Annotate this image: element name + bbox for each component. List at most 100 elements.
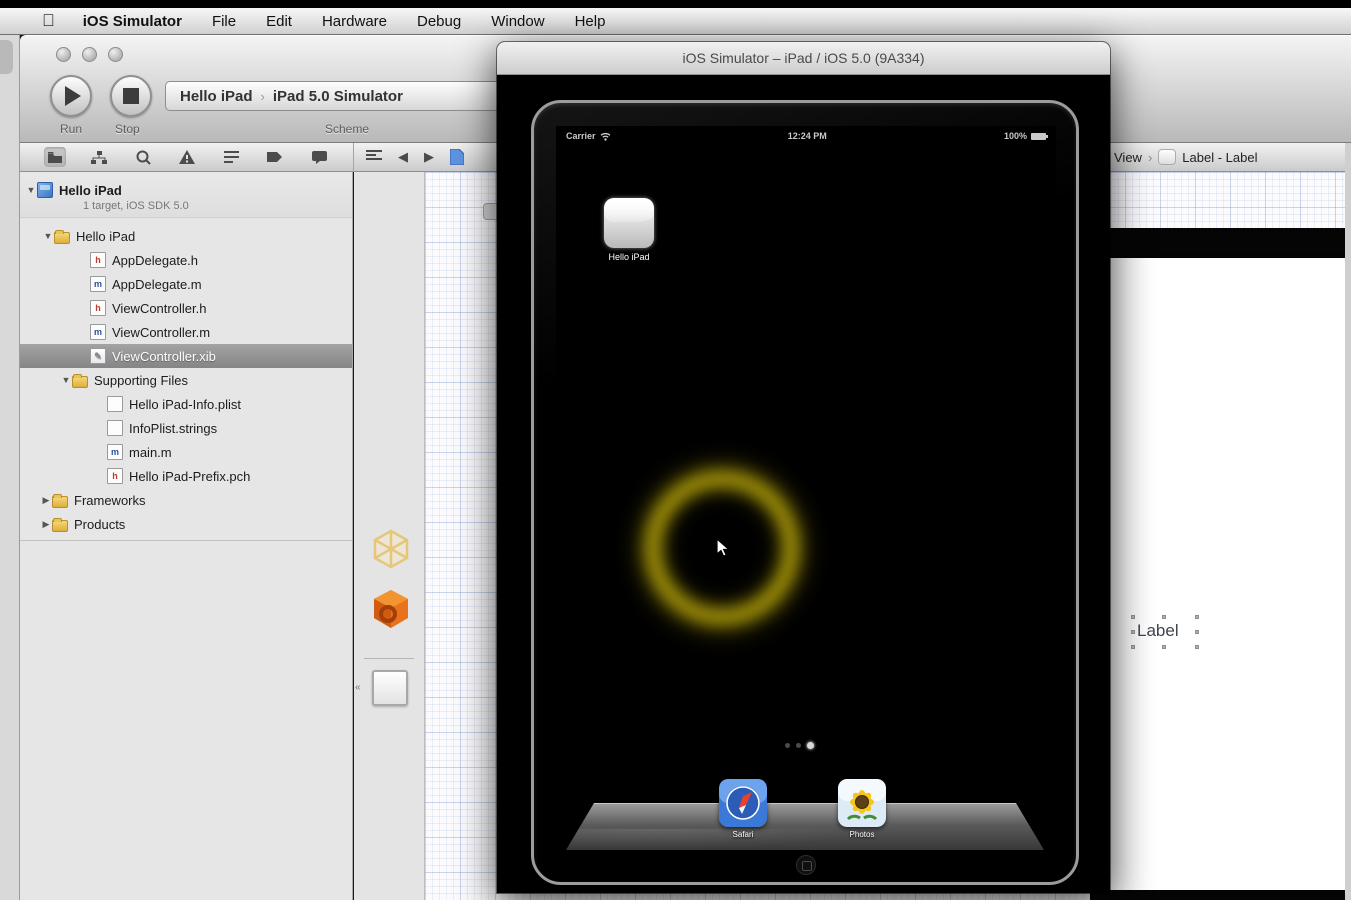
resize-handle[interactable] bbox=[1131, 645, 1135, 649]
menu-bar:  iOS Simulator File Edit Hardware Debug… bbox=[0, 8, 1351, 35]
view-object-icon[interactable] bbox=[372, 670, 408, 706]
divider bbox=[20, 540, 352, 541]
menu-item-window[interactable]: Window bbox=[491, 13, 544, 30]
tree-row-label[interactable]: main.m bbox=[129, 445, 172, 460]
safari-app-icon[interactable] bbox=[719, 779, 767, 827]
file-doc-icon[interactable] bbox=[450, 149, 464, 165]
tree-row-main-m[interactable]: m main.m bbox=[20, 440, 352, 464]
photos-app-icon[interactable] bbox=[838, 779, 886, 827]
tree-row-group-hello-ipad[interactable]: ▼ Hello iPad bbox=[20, 224, 352, 248]
issue-navigator-icon[interactable] bbox=[176, 147, 198, 167]
disclosure-icon[interactable]: ▶ bbox=[40, 495, 52, 506]
project-icon bbox=[37, 182, 53, 198]
impl-file-icon: m bbox=[90, 324, 106, 340]
header-file-icon: h bbox=[90, 300, 106, 316]
disclosure-icon[interactable]: ▶ bbox=[40, 519, 52, 530]
jump-crumb-view[interactable]: View bbox=[1114, 150, 1142, 165]
photos-app-label: Photos bbox=[832, 830, 892, 839]
search-navigator-icon[interactable] bbox=[132, 147, 154, 167]
tree-row-appdelegate-m[interactable]: m AppDelegate.m bbox=[20, 272, 352, 296]
resize-handle[interactable] bbox=[1195, 645, 1199, 649]
tree-row-label[interactable]: Supporting Files bbox=[94, 373, 188, 388]
carrier-label: Carrier bbox=[566, 131, 596, 141]
tree-row-viewcontroller-h[interactable]: h ViewController.h bbox=[20, 296, 352, 320]
hello-ipad-app-icon[interactable] bbox=[604, 198, 654, 248]
tree-row-label[interactable]: Products bbox=[74, 517, 125, 532]
xib-file-icon: ✎ bbox=[90, 348, 106, 364]
tree-row-frameworks[interactable]: ▶ Frameworks bbox=[20, 488, 352, 512]
play-icon bbox=[65, 86, 81, 106]
related-items-icon[interactable] bbox=[366, 150, 382, 165]
jump-crumb-label[interactable]: Label - Label bbox=[1182, 150, 1257, 165]
run-button[interactable] bbox=[50, 75, 92, 117]
menu-item-help[interactable]: Help bbox=[575, 13, 606, 30]
plist-file-icon bbox=[107, 396, 123, 412]
resize-handle[interactable] bbox=[1195, 615, 1199, 619]
battery-icon bbox=[1031, 133, 1046, 140]
label-text[interactable]: Label bbox=[1137, 621, 1179, 641]
forward-icon[interactable]: ▶ bbox=[424, 149, 434, 165]
menu-item-hardware[interactable]: Hardware bbox=[322, 13, 387, 30]
selected-label-element[interactable]: Label bbox=[1133, 617, 1197, 647]
tree-row-label[interactable]: AppDelegate.h bbox=[112, 253, 198, 268]
tree-row-label[interactable]: ViewController.m bbox=[112, 325, 210, 340]
menu-item-file[interactable]: File bbox=[212, 13, 236, 30]
tree-row-label[interactable]: ViewController.xib bbox=[112, 349, 216, 364]
tree-row-label[interactable]: InfoPlist.strings bbox=[129, 421, 217, 436]
tree-row-prefix-pch[interactable]: h Hello iPad-Prefix.pch bbox=[20, 464, 352, 488]
breakpoint-navigator-icon[interactable] bbox=[264, 147, 286, 167]
mouse-cursor-icon bbox=[716, 538, 732, 559]
disclosure-icon[interactable]: ▼ bbox=[25, 185, 37, 195]
project-header[interactable]: ▼ Hello iPad 1 target, iOS SDK 5.0 bbox=[20, 172, 352, 218]
collapse-dock-icon[interactable]: « bbox=[355, 682, 361, 693]
zoom-window-button[interactable] bbox=[108, 47, 123, 62]
files-owner-icon[interactable] bbox=[371, 528, 411, 570]
symbol-navigator-icon[interactable] bbox=[88, 147, 110, 167]
tree-row-label[interactable]: Hello iPad bbox=[76, 229, 135, 244]
simulator-titlebar[interactable]: iOS Simulator – iPad / iOS 5.0 (9A334) bbox=[497, 42, 1110, 75]
close-window-button[interactable] bbox=[56, 47, 71, 62]
menu-app-name[interactable]: iOS Simulator bbox=[83, 13, 182, 30]
project-name[interactable]: Hello iPad bbox=[59, 183, 122, 198]
tree-row-label[interactable]: Hello iPad-Info.plist bbox=[129, 397, 241, 412]
menu-item-debug[interactable]: Debug bbox=[417, 13, 461, 30]
first-responder-icon[interactable] bbox=[371, 588, 411, 630]
tree-row-infoplist-strings[interactable]: InfoPlist.strings bbox=[20, 416, 352, 440]
tree-row-products[interactable]: ▶ Products bbox=[20, 512, 352, 536]
apple-menu-icon[interactable]:  bbox=[42, 11, 55, 31]
folder-icon bbox=[72, 376, 88, 388]
debug-navigator-icon[interactable] bbox=[220, 147, 242, 167]
minimize-window-button[interactable] bbox=[82, 47, 97, 62]
home-button[interactable] bbox=[796, 855, 816, 875]
tree-row-label[interactable]: Hello iPad-Prefix.pch bbox=[129, 469, 250, 484]
tree-row-appdelegate-h[interactable]: h AppDelegate.h bbox=[20, 248, 352, 272]
ipad-bezel: Carrier 12:24 PM 100% Hello iPad bbox=[531, 100, 1079, 885]
tree-row-viewcontroller-xib[interactable]: ✎ ViewController.xib bbox=[20, 344, 352, 368]
resize-handle[interactable] bbox=[1162, 615, 1166, 619]
stop-button[interactable] bbox=[110, 75, 152, 117]
back-icon[interactable]: ◀ bbox=[398, 149, 408, 165]
tree-row-supporting-files[interactable]: ▼ Supporting Files bbox=[20, 368, 352, 392]
scheme-target[interactable]: iPad 5.0 Simulator bbox=[273, 88, 403, 105]
ipad-screen[interactable]: Carrier 12:24 PM 100% Hello iPad bbox=[556, 126, 1056, 856]
ib-view-top-bar bbox=[1090, 228, 1351, 258]
log-navigator-icon[interactable] bbox=[308, 147, 330, 167]
folder-icon bbox=[54, 232, 70, 244]
resize-handle[interactable] bbox=[1131, 630, 1135, 634]
home-page-dots[interactable] bbox=[785, 742, 814, 749]
project-navigator-icon[interactable] bbox=[44, 147, 66, 167]
ib-designed-view[interactable] bbox=[1090, 258, 1345, 890]
tree-row-label[interactable]: Frameworks bbox=[74, 493, 146, 508]
tree-row-label[interactable]: ViewController.h bbox=[112, 301, 206, 316]
tree-row-label[interactable]: AppDelegate.m bbox=[112, 277, 202, 292]
menu-item-edit[interactable]: Edit bbox=[266, 13, 292, 30]
resize-handle[interactable] bbox=[1131, 615, 1135, 619]
tree-row-info-plist[interactable]: Hello iPad-Info.plist bbox=[20, 392, 352, 416]
resize-handle[interactable] bbox=[1162, 645, 1166, 649]
disclosure-icon[interactable]: ▼ bbox=[60, 375, 72, 385]
tree-row-viewcontroller-m[interactable]: m ViewController.m bbox=[20, 320, 352, 344]
disclosure-icon[interactable]: ▼ bbox=[42, 231, 54, 241]
resize-handle[interactable] bbox=[1195, 630, 1199, 634]
project-navigator: ▼ Hello iPad 1 target, iOS SDK 5.0 ▼ Hel… bbox=[20, 172, 353, 900]
scheme-project[interactable]: Hello iPad bbox=[180, 88, 253, 105]
